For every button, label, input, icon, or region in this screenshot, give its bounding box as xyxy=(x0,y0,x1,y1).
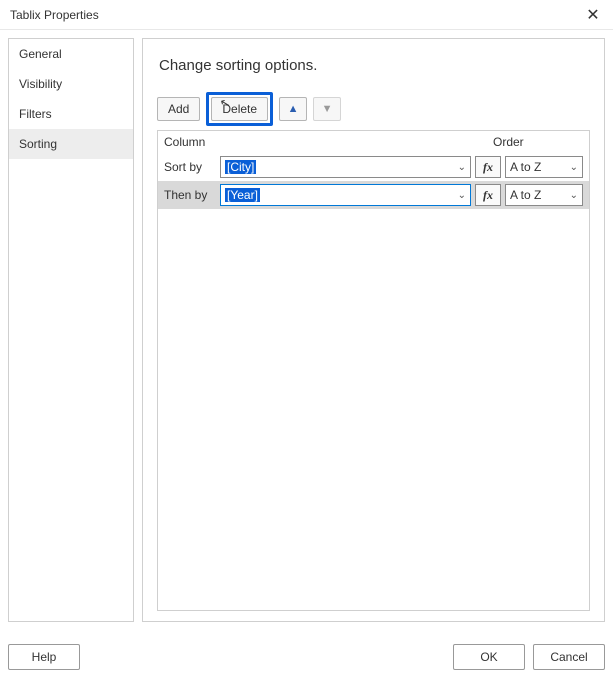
expression-button[interactable]: fx xyxy=(475,156,501,178)
delete-highlight: Delete ↖ xyxy=(206,92,273,126)
cancel-button[interactable]: Cancel xyxy=(533,644,605,670)
arrow-up-icon: ▲ xyxy=(288,104,299,115)
combo-value: A to Z xyxy=(510,160,570,174)
close-icon[interactable]: ✕ xyxy=(581,5,605,25)
help-button[interactable]: Help xyxy=(8,644,80,670)
sidebar-item-label: Sorting xyxy=(19,137,57,151)
move-up-button[interactable]: ▲ xyxy=(279,97,307,121)
expression-button[interactable]: fx xyxy=(475,184,501,206)
fx-icon: fx xyxy=(483,188,493,203)
order-header: Order xyxy=(493,135,583,149)
sort-row[interactable]: Then by [Year] ⌄ fx A to Z ⌄ xyxy=(158,181,589,209)
delete-button[interactable]: Delete ↖ xyxy=(211,97,268,121)
sort-row[interactable]: Sort by [City] ⌄ fx A to Z ⌄ xyxy=(158,153,589,181)
sort-order-combo[interactable]: A to Z ⌄ xyxy=(505,156,583,178)
combo-value: [Year] xyxy=(225,188,454,202)
panel-heading: Change sorting options. xyxy=(159,57,590,74)
sidebar-item-label: Filters xyxy=(19,107,52,121)
sidebar-item-label: General xyxy=(19,47,62,61)
arrow-down-icon: ▼ xyxy=(322,104,333,115)
chevron-down-icon: ⌄ xyxy=(570,162,578,173)
move-down-button[interactable]: ▼ xyxy=(313,97,341,121)
dialog-footer: Help OK Cancel xyxy=(8,644,605,670)
sort-grid: Column Order Sort by [City] ⌄ fx A to Z … xyxy=(157,130,590,611)
chevron-down-icon: ⌄ xyxy=(458,162,466,173)
toolbar: Add Delete ↖ ▲ ▼ xyxy=(157,92,590,126)
delete-button-label: Delete xyxy=(222,102,257,116)
sidebar-item-sorting[interactable]: Sorting xyxy=(9,129,133,159)
ok-button[interactable]: OK xyxy=(453,644,525,670)
combo-value: A to Z xyxy=(510,188,570,202)
sort-column-combo[interactable]: [City] ⌄ xyxy=(220,156,471,178)
titlebar: Tablix Properties ✕ xyxy=(0,0,613,30)
column-header: Column xyxy=(164,135,493,149)
sidebar-item-general[interactable]: General xyxy=(9,39,133,69)
sidebar-item-visibility[interactable]: Visibility xyxy=(9,69,133,99)
main-panel: Change sorting options. Add Delete ↖ ▲ ▼… xyxy=(142,38,605,622)
sidebar-item-label: Visibility xyxy=(19,77,62,91)
sort-order-combo[interactable]: A to Z ⌄ xyxy=(505,184,583,206)
row-label: Then by xyxy=(164,188,216,202)
chevron-down-icon: ⌄ xyxy=(458,190,466,201)
grid-header: Column Order xyxy=(158,131,589,153)
add-button[interactable]: Add xyxy=(157,97,200,121)
chevron-down-icon: ⌄ xyxy=(570,190,578,201)
sidebar: General Visibility Filters Sorting xyxy=(8,38,134,622)
sort-column-combo[interactable]: [Year] ⌄ xyxy=(220,184,471,206)
row-label: Sort by xyxy=(164,160,216,174)
dialog-body: General Visibility Filters Sorting Chang… xyxy=(0,30,613,630)
fx-icon: fx xyxy=(483,160,493,175)
combo-value: [City] xyxy=(225,160,454,174)
sidebar-item-filters[interactable]: Filters xyxy=(9,99,133,129)
window-title: Tablix Properties xyxy=(8,8,99,22)
